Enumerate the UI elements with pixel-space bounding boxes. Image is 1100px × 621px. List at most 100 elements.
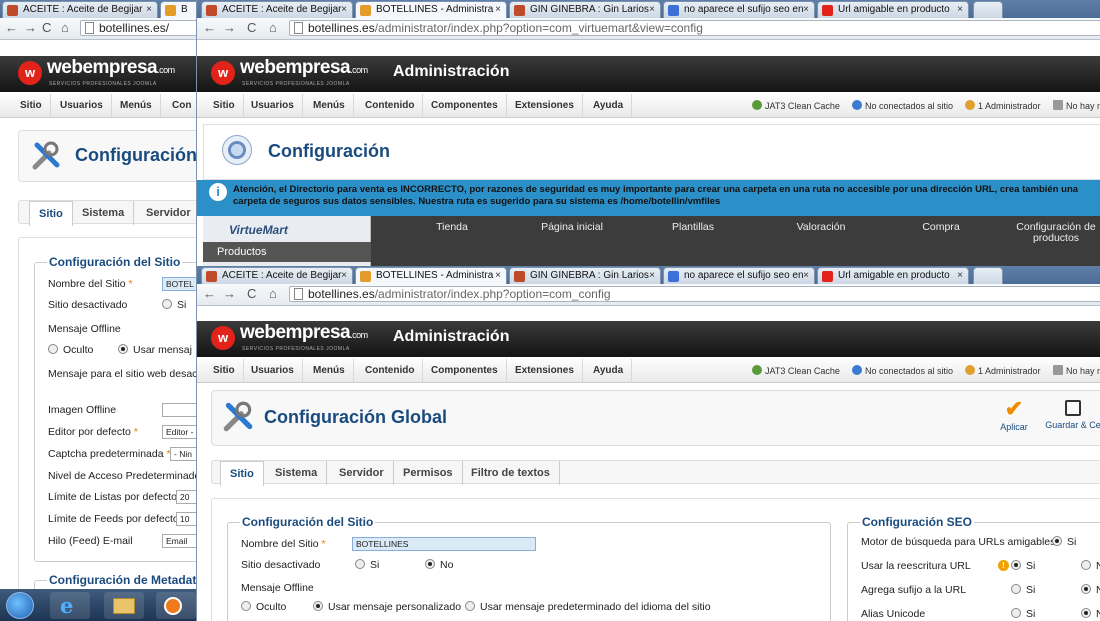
close-icon[interactable]: × xyxy=(341,2,347,18)
rewrite-yes-radio[interactable]: Si xyxy=(1011,560,1035,572)
forward-arrow-icon[interactable]: → xyxy=(24,20,37,35)
explorer-taskbar-icon[interactable] xyxy=(104,592,144,619)
tab-aceite[interactable]: ACEITE : Aceite de Begijar × xyxy=(201,1,353,18)
tab-sufijo[interactable]: no aparece el sufijo seo en × xyxy=(663,1,815,18)
new-tab-button[interactable] xyxy=(973,267,1003,284)
msg-custom-radio[interactable]: Usar mensaj xyxy=(118,344,192,356)
menu-ayuda[interactable]: Ayuda xyxy=(585,94,633,118)
menu-ayuda[interactable]: Ayuda xyxy=(585,359,633,383)
menu-extensiones[interactable]: Extensiones xyxy=(507,94,583,118)
offline-yes-radio[interactable]: Si xyxy=(355,559,379,571)
msg-default-radio[interactable]: Usar mensaje predeterminado del idioma d… xyxy=(465,601,711,613)
clean-cache-link[interactable]: JAT3 Clean Cache xyxy=(752,94,840,118)
img-offline-input[interactable] xyxy=(162,403,200,417)
apply-button[interactable]: ✔ Aplicar xyxy=(992,397,1036,441)
reload-icon[interactable]: C xyxy=(247,286,256,301)
back-arrow-icon[interactable]: ← xyxy=(203,20,216,35)
vm-tab-compra[interactable]: Compra xyxy=(901,222,981,233)
home-icon[interactable]: ⌂ xyxy=(269,286,277,301)
tab-url-amigable[interactable]: Url amigable en producto × xyxy=(817,267,969,284)
tab-gin[interactable]: GIN GINEBRA : Gin Larios × xyxy=(509,267,661,284)
suffix-yes-radio[interactable]: Si xyxy=(1011,584,1035,596)
front-url-field[interactable]: botellines.es/administrator/index.php?op… xyxy=(289,286,1100,302)
vm-tab-plantillas[interactable]: Plantillas xyxy=(653,222,733,233)
rewrite-no-radio[interactable]: N xyxy=(1081,560,1100,572)
subtab-sitio[interactable]: Sitio xyxy=(29,201,73,226)
site-name-input[interactable]: BOTELLINES xyxy=(352,537,536,551)
unicode-no-radio[interactable]: N xyxy=(1081,608,1100,620)
menu-contenido[interactable]: Con xyxy=(164,94,200,118)
suffix-no-radio[interactable]: N xyxy=(1081,584,1100,596)
subtab-sitio[interactable]: Sitio xyxy=(220,461,264,486)
vm-sidebar-productos[interactable]: Productos xyxy=(203,242,371,262)
middle-url-field[interactable]: botellines.es/administrator/index.php?op… xyxy=(289,20,1100,36)
ie-taskbar-icon[interactable]: e xyxy=(50,592,90,619)
tab-botellines[interactable]: BOTELLINES - Administra × xyxy=(355,267,507,284)
new-tab-button[interactable] xyxy=(973,1,1003,18)
menu-usuarios[interactable]: Usuarios xyxy=(243,94,303,118)
home-icon[interactable]: ⌂ xyxy=(61,20,69,35)
subtab-sistema[interactable]: Sistema xyxy=(73,201,135,225)
menu-extensiones[interactable]: Extensiones xyxy=(507,359,583,383)
editor-select[interactable]: Editor - xyxy=(162,425,200,439)
messages-status[interactable]: No hay m xyxy=(1053,359,1100,383)
vm-tab-tienda[interactable]: Tienda xyxy=(417,222,487,233)
start-button-icon[interactable] xyxy=(6,592,34,619)
site-name-input[interactable]: BOTEL xyxy=(162,277,200,291)
msg-hidden-radio[interactable]: Oculto xyxy=(48,344,93,356)
tab-aceite[interactable]: ACEITE : Aceite de Begijar × xyxy=(201,267,353,284)
close-icon[interactable]: × xyxy=(957,268,963,284)
forward-arrow-icon[interactable]: → xyxy=(223,20,236,35)
messages-status[interactable]: No hay m xyxy=(1053,94,1100,118)
close-icon[interactable]: × xyxy=(803,268,809,284)
vm-tab-valoracion[interactable]: Valoración xyxy=(781,222,861,233)
subtab-filtro-textos[interactable]: Filtro de textos xyxy=(462,461,560,485)
subtab-servidor[interactable]: Servidor xyxy=(330,461,394,485)
close-icon[interactable]: × xyxy=(341,268,347,284)
tab-sufijo[interactable]: no aparece el sufijo seo en × xyxy=(663,267,815,284)
msg-hidden-radio[interactable]: Oculto xyxy=(241,601,286,613)
subtab-servidor[interactable]: Servidor xyxy=(137,201,200,225)
menu-menus[interactable]: Menús xyxy=(112,94,161,118)
menu-usuarios[interactable]: Usuarios xyxy=(52,94,112,118)
back-url-field[interactable]: botellines.es/ xyxy=(80,20,200,36)
offline-no-radio[interactable]: No xyxy=(425,559,453,571)
menu-componentes[interactable]: Componentes xyxy=(423,94,507,118)
back-arrow-icon[interactable]: ← xyxy=(203,286,216,301)
clean-cache-link[interactable]: JAT3 Clean Cache xyxy=(752,359,840,383)
vm-tab-inicio[interactable]: Página inicial xyxy=(527,222,617,233)
close-icon[interactable]: × xyxy=(649,268,655,284)
menu-sitio[interactable]: Sitio xyxy=(205,359,244,383)
back-tab-botellines[interactable]: B xyxy=(160,1,200,18)
close-icon[interactable]: × xyxy=(957,2,963,18)
back-tab-aceite[interactable]: ACEITE : Aceite de Begijar × xyxy=(2,1,158,18)
close-icon[interactable]: × xyxy=(649,2,655,18)
subtab-permisos[interactable]: Permisos xyxy=(394,461,463,485)
subtab-sistema[interactable]: Sistema xyxy=(266,461,328,485)
feed-email-select[interactable]: Email xyxy=(162,534,200,548)
menu-sitio[interactable]: Sitio xyxy=(205,94,244,118)
close-icon[interactable]: × xyxy=(495,2,501,18)
menu-componentes[interactable]: Componentes xyxy=(423,359,507,383)
menu-usuarios[interactable]: Usuarios xyxy=(243,359,303,383)
tab-gin[interactable]: GIN GINEBRA : Gin Larios × xyxy=(509,1,661,18)
tab-url-amigable[interactable]: Url amigable en producto × xyxy=(817,1,969,18)
forward-arrow-icon[interactable]: → xyxy=(223,286,236,301)
reload-icon[interactable]: C xyxy=(247,20,256,35)
close-icon[interactable]: × xyxy=(146,2,152,18)
menu-menus[interactable]: Menús xyxy=(305,94,354,118)
vm-tab-config-productos[interactable]: Configuración de productos xyxy=(1001,222,1100,244)
sef-yes-radio[interactable]: Si xyxy=(1052,536,1076,548)
back-arrow-icon[interactable]: ← xyxy=(5,20,18,35)
menu-contenido[interactable]: Contenido xyxy=(357,94,424,118)
media-taskbar-icon[interactable] xyxy=(156,592,196,619)
close-icon[interactable]: × xyxy=(495,268,501,284)
menu-menus[interactable]: Menús xyxy=(305,359,354,383)
msg-custom-radio[interactable]: Usar mensaje personalizado xyxy=(313,601,461,613)
offline-yes-radio[interactable]: Si xyxy=(162,299,186,311)
home-icon[interactable]: ⌂ xyxy=(269,20,277,35)
unicode-yes-radio[interactable]: Si xyxy=(1011,608,1035,620)
tab-botellines[interactable]: BOTELLINES - Administra × xyxy=(355,1,507,18)
reload-icon[interactable]: C xyxy=(42,20,51,35)
menu-contenido[interactable]: Contenido xyxy=(357,359,424,383)
